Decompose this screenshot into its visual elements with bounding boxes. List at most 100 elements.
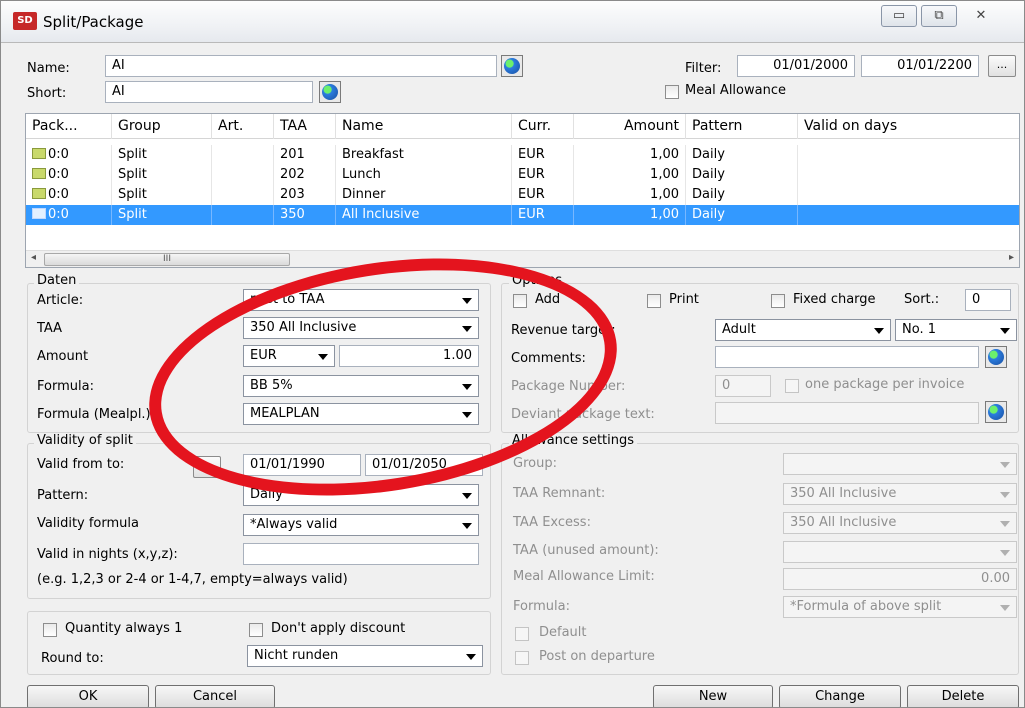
column-header-curr[interactable]: Curr.	[512, 114, 574, 139]
table-row-selected[interactable]: 0:0 Split 350 All Inclusive EUR 1,00 Dai…	[26, 205, 1019, 225]
round-to-select[interactable]: Nicht runden	[247, 645, 483, 667]
package-number-field[interactable]: 0	[715, 375, 771, 397]
restore-button[interactable]: ⧉	[921, 5, 957, 27]
split-table[interactable]: Pack... Group Art. TAA Name Curr. Amount…	[25, 113, 1020, 268]
package-number-label: Package Number:	[511, 379, 626, 394]
app-icon: SD	[13, 12, 37, 30]
column-header-pack[interactable]: Pack...	[26, 114, 112, 139]
group-cell: Split	[112, 145, 212, 165]
pattern-select[interactable]: Daily	[243, 484, 479, 506]
allowance-group-select[interactable]	[783, 453, 1017, 475]
art-cell	[212, 205, 274, 225]
validity-formula-label: Validity formula	[37, 516, 139, 531]
comments-field[interactable]	[715, 346, 979, 368]
quantity-always-one-label: Quantity always 1	[65, 621, 183, 636]
globe-icon[interactable]	[319, 81, 341, 103]
meal-allowance-checkbox[interactable]	[665, 85, 679, 99]
formula-mealplan-select[interactable]: MEALPLAN	[243, 403, 479, 425]
curr-cell: EUR	[512, 145, 574, 165]
default-label: Default	[539, 625, 587, 640]
deviant-text-field[interactable]	[715, 402, 979, 424]
amount-field[interactable]: 1.00	[339, 345, 479, 367]
taa-unused-select[interactable]	[783, 541, 1017, 563]
print-checkbox[interactable]	[647, 294, 661, 308]
valid-days-cell	[798, 165, 1019, 185]
table-row[interactable]: 0:0 Split 202 Lunch EUR 1,00 Daily	[26, 165, 1019, 185]
column-header-art[interactable]: Art.	[212, 114, 274, 139]
filter-to-field[interactable]: 01/01/2200	[861, 55, 979, 77]
column-header-valid-days[interactable]: Valid on days	[798, 114, 1019, 139]
validity-formula-select[interactable]: *Always valid	[243, 514, 479, 536]
sort-field[interactable]: 0	[965, 289, 1011, 311]
chevron-down-icon	[1000, 550, 1010, 556]
ok-button[interactable]: OK	[27, 685, 149, 707]
one-package-label: one package per invoice	[805, 377, 965, 392]
close-button[interactable]: ✕	[963, 5, 999, 27]
new-button[interactable]: New	[653, 685, 773, 707]
post-on-departure-checkbox[interactable]	[515, 651, 529, 665]
column-header-group[interactable]: Group	[112, 114, 212, 139]
name-field[interactable]: AI	[105, 55, 497, 77]
table-row[interactable]: 0:0 Split 203 Dinner EUR 1,00 Daily	[26, 185, 1019, 205]
add-checkbox[interactable]	[513, 294, 527, 308]
meal-limit-label: Meal Allowance Limit:	[513, 569, 655, 584]
taa-remnant-select[interactable]: 350 All Inclusive	[783, 483, 1017, 505]
globe-icon[interactable]	[501, 55, 523, 77]
split-package-window: SD Split/Package ▭ ⧉ ✕ Name: AI Short: A…	[0, 0, 1025, 708]
column-header-pattern[interactable]: Pattern	[686, 114, 798, 139]
allowance-group-label: Group:	[513, 456, 557, 471]
add-label: Add	[535, 292, 561, 307]
formula-select[interactable]: BB 5%	[243, 375, 479, 397]
filter-from-field[interactable]: 01/01/2000	[737, 55, 855, 77]
short-field[interactable]: AI	[105, 81, 313, 103]
name-cell: Dinner	[336, 185, 512, 205]
column-header-taa[interactable]: TAA	[274, 114, 336, 139]
scroll-left-icon[interactable]: ◂	[31, 252, 36, 263]
allowance-formula-select[interactable]: *Formula of above split	[783, 596, 1017, 618]
default-checkbox[interactable]	[515, 627, 529, 641]
scroll-thumb[interactable]: III	[44, 253, 290, 266]
delete-button[interactable]: Delete	[907, 685, 1019, 707]
column-header-amount[interactable]: Amount	[574, 114, 686, 139]
globe-icon[interactable]	[985, 401, 1007, 423]
art-cell	[212, 145, 274, 165]
taa-cell: 203	[274, 185, 336, 205]
name-cell: Breakfast	[336, 145, 512, 165]
revenue-target-select[interactable]: Adult	[715, 319, 891, 341]
cancel-button[interactable]: Cancel	[155, 685, 275, 707]
chevron-down-icon	[1000, 492, 1010, 498]
article-select[interactable]: post to TAA	[243, 289, 479, 311]
valid-nights-field[interactable]	[243, 543, 479, 565]
chevron-down-icon	[462, 523, 472, 529]
fixed-charge-checkbox[interactable]	[771, 294, 785, 308]
chevron-down-icon	[462, 326, 472, 332]
valid-from-field[interactable]: 01/01/1990	[243, 454, 361, 476]
minimize-button[interactable]: ▭	[881, 5, 917, 27]
valid-to-field[interactable]: 01/01/2050	[365, 454, 483, 476]
quantity-always-one-checkbox[interactable]	[43, 623, 57, 637]
pattern-cell: Daily	[686, 185, 798, 205]
chevron-down-icon	[462, 384, 472, 390]
no-discount-checkbox[interactable]	[249, 623, 263, 637]
scroll-right-icon[interactable]: ▸	[1009, 252, 1014, 263]
revenue-number-select[interactable]: No. 1	[895, 319, 1017, 341]
article-label: Article:	[37, 293, 84, 308]
chevron-down-icon	[462, 493, 472, 499]
one-package-checkbox[interactable]	[785, 379, 799, 393]
taa-excess-select[interactable]: 350 All Inclusive	[783, 512, 1017, 534]
globe-icon[interactable]	[985, 346, 1007, 368]
curr-cell: EUR	[512, 165, 574, 185]
currency-select[interactable]: EUR	[243, 345, 335, 367]
filter-dots-button[interactable]: ...	[988, 55, 1016, 77]
curr-cell: EUR	[512, 205, 574, 225]
valid-nights-label: Valid in nights (x,y,z):	[37, 547, 178, 562]
table-row[interactable]: 0:0 Split 201 Breakfast EUR 1,00 Daily	[26, 145, 1019, 165]
column-header-name[interactable]: Name	[336, 114, 512, 139]
date-range-button[interactable]: ...	[193, 456, 221, 478]
meal-limit-field[interactable]: 0.00	[783, 568, 1017, 590]
pack-cell: 0:0	[26, 205, 112, 225]
change-button[interactable]: Change	[779, 685, 901, 707]
horizontal-scrollbar[interactable]: ◂ III ▸	[26, 250, 1019, 267]
sort-label: Sort.:	[904, 292, 940, 307]
taa-select[interactable]: 350 All Inclusive	[243, 317, 479, 339]
